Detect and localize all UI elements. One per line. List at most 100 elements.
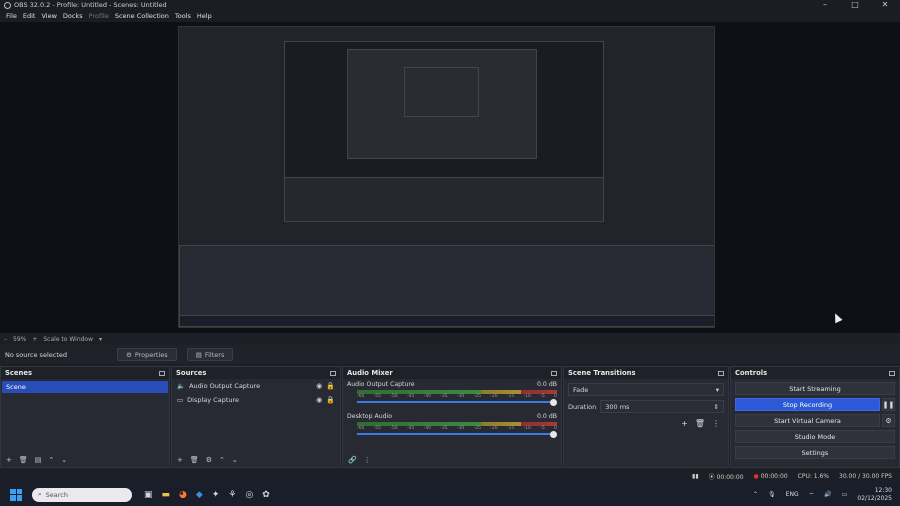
battery-icon[interactable]: ▭ xyxy=(842,491,848,498)
microphone-icon[interactable]: 🎙 xyxy=(768,491,776,498)
mixer-toolbar: 🔗 ⋮ xyxy=(343,453,561,467)
menu-view[interactable]: View xyxy=(38,12,59,20)
transition-select[interactable]: Fade ▾ xyxy=(568,383,724,396)
zoom-out-icon[interactable]: – xyxy=(4,336,7,343)
add-icon[interactable]: + xyxy=(177,456,183,464)
mouse-cursor-icon xyxy=(831,311,843,324)
volume-slider[interactable] xyxy=(357,430,557,438)
trash-icon[interactable]: 🗑 xyxy=(190,456,199,464)
lock-icon[interactable]: 🔒 xyxy=(326,382,335,390)
menu-profile[interactable]: Profile xyxy=(86,12,112,20)
pause-icon[interactable]: ❚❚ xyxy=(882,398,895,411)
popout-icon[interactable] xyxy=(718,370,724,376)
popout-icon[interactable] xyxy=(159,370,165,376)
trash-icon[interactable]: 🗑 xyxy=(695,419,705,428)
clock[interactable]: 12:30 02/12/2025 xyxy=(857,487,892,503)
app-icon[interactable]: ⚘ xyxy=(228,490,236,500)
windows-start-icon[interactable] xyxy=(10,488,22,501)
speaker-icon: 🔈 xyxy=(177,382,186,390)
zoom-in-icon[interactable]: + xyxy=(32,336,37,343)
lock-icon[interactable]: 🔒 xyxy=(326,396,335,404)
trash-icon[interactable]: 🗑 xyxy=(19,456,28,464)
more-icon[interactable]: ⋮ xyxy=(364,456,371,464)
sources-dock: Sources 🔈 Audio Output Capture ◉ 🔒 ▭ Dis… xyxy=(171,366,341,468)
scene-item[interactable]: Scene xyxy=(2,381,168,393)
popout-icon[interactable] xyxy=(551,370,557,376)
obs-icon[interactable]: ◎ xyxy=(245,490,253,500)
clock-date: 02/12/2025 xyxy=(857,494,892,502)
duration-value: 300 ms xyxy=(605,402,630,411)
vscode-icon[interactable]: ◆ xyxy=(196,490,203,500)
stream-status: ⦿ 00:00:00 xyxy=(709,472,744,481)
start-streaming-button[interactable]: Start Streaming xyxy=(735,382,895,395)
app-icon[interactable]: ✿ xyxy=(262,490,270,500)
move-down-icon[interactable]: ⌄ xyxy=(61,456,67,464)
gear-icon[interactable]: ⚙ xyxy=(206,456,212,464)
firefox-icon[interactable]: ◕ xyxy=(179,490,187,500)
duration-field[interactable]: 300 ms ⇕ xyxy=(600,400,724,413)
more-icon[interactable]: ⋮ xyxy=(712,419,720,428)
source-context-bar: No source selected ⚙ Properties ▤ Filter… xyxy=(0,345,900,364)
speaker-icon[interactable]: 🔊 xyxy=(824,491,831,498)
clock-time: 12:30 xyxy=(874,486,892,494)
menu-tools[interactable]: Tools xyxy=(172,12,194,20)
chevron-down-icon[interactable]: ▾ xyxy=(99,336,102,343)
eye-icon[interactable]: ◉ xyxy=(316,382,322,390)
record-time: 00:00:00 xyxy=(760,473,788,480)
scale-mode-select[interactable]: Scale to Window xyxy=(43,336,93,343)
file-explorer-icon[interactable]: ▬ xyxy=(162,490,171,500)
popout-icon[interactable] xyxy=(330,370,336,376)
record-status: ● 00:00:00 xyxy=(754,473,788,480)
menu-scene-collection[interactable]: Scene Collection xyxy=(112,12,172,20)
move-up-icon[interactable]: ⌃ xyxy=(219,456,225,464)
scenes-title: Scenes xyxy=(5,369,33,377)
start-virtual-camera-button[interactable]: Start Virtual Camera xyxy=(735,414,880,427)
menu-help[interactable]: Help xyxy=(194,12,215,20)
source-item-display[interactable]: ▭ Display Capture ◉ 🔒 xyxy=(172,393,340,407)
channel-name: Desktop Audio xyxy=(347,413,393,420)
search-icon: ⌕ xyxy=(38,490,42,498)
task-view-icon[interactable]: ▣ xyxy=(144,490,153,500)
channel-db: 0.0 dB xyxy=(537,413,557,420)
filter-icon[interactable]: ▤ xyxy=(35,456,42,464)
menu-docks[interactable]: Docks xyxy=(60,12,86,20)
language-indicator[interactable]: ENG xyxy=(786,491,799,498)
properties-button[interactable]: ⚙ Properties xyxy=(117,348,177,361)
eye-icon[interactable]: ◉ xyxy=(316,396,322,404)
menu-file[interactable]: File xyxy=(3,12,20,20)
move-up-icon[interactable]: ⌃ xyxy=(48,456,54,464)
move-down-icon[interactable]: ⌄ xyxy=(232,456,238,464)
preview-canvas[interactable] xyxy=(178,26,715,328)
preview-area[interactable] xyxy=(0,22,900,333)
status-bar: ▮▮ ⦿ 00:00:00 ● 00:00:00 CPU: 1.6% 30.00… xyxy=(0,470,900,483)
chevron-up-icon[interactable]: ⌃ xyxy=(753,491,758,498)
menu-edit[interactable]: Edit xyxy=(20,12,39,20)
slider-handle[interactable] xyxy=(550,398,557,406)
popout-icon[interactable] xyxy=(889,370,895,376)
stop-recording-button[interactable]: Stop Recording xyxy=(735,398,880,411)
studio-mode-button[interactable]: Studio Mode xyxy=(735,430,895,443)
gear-icon[interactable]: ⚙ xyxy=(882,414,895,427)
app-icon[interactable]: ✦ xyxy=(212,490,220,500)
duration-label: Duration xyxy=(568,402,597,411)
broadcast-icon: ⦿ xyxy=(708,474,715,481)
cpu-usage: CPU: 1.6% xyxy=(797,473,830,480)
volume-slider[interactable] xyxy=(357,398,557,406)
link-icon[interactable]: 🔗 xyxy=(348,456,357,464)
wifi-icon[interactable]: ⌔ xyxy=(809,491,815,499)
add-icon[interactable]: + xyxy=(6,456,12,464)
network-icon: ▮▮ xyxy=(692,473,699,480)
source-item-audio[interactable]: 🔈 Audio Output Capture ◉ 🔒 xyxy=(172,379,340,393)
maximize-icon[interactable]: □ xyxy=(840,0,870,10)
taskbar-search[interactable]: ⌕ Search xyxy=(32,487,132,502)
filters-button[interactable]: ▤ Filters xyxy=(186,348,234,361)
settings-button[interactable]: Settings xyxy=(735,446,895,459)
chevron-down-icon: ▾ xyxy=(715,385,719,394)
minimize-icon[interactable]: – xyxy=(810,0,840,10)
spinner-icon[interactable]: ⇕ xyxy=(714,403,719,411)
mixer-channel: Desktop Audio 0.0 dB -60 -55 -50 -45 -40 -35 -3… xyxy=(343,411,561,439)
add-icon[interactable]: + xyxy=(681,419,688,428)
slider-handle[interactable] xyxy=(550,430,557,438)
close-icon[interactable]: ✕ xyxy=(870,0,900,10)
zoom-level: 59% xyxy=(13,335,27,343)
